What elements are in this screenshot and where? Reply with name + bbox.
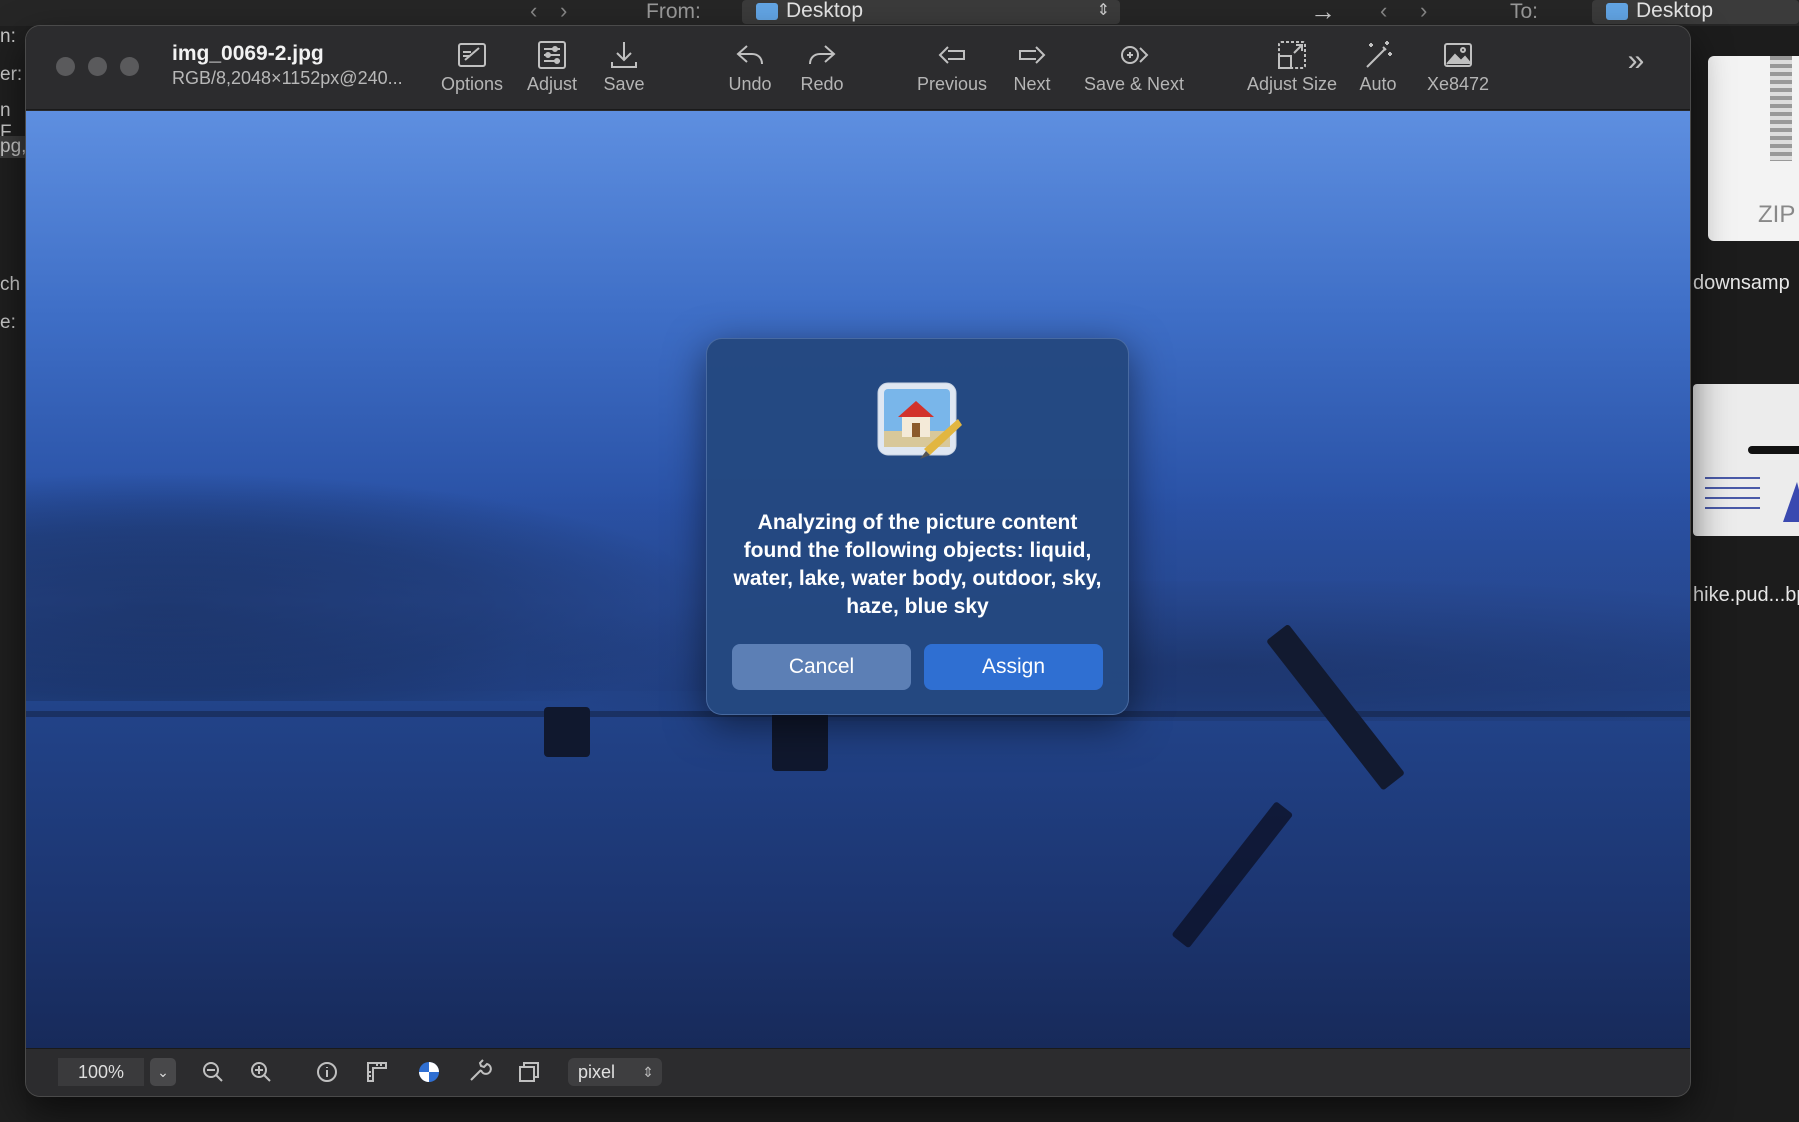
thumbnail-shape xyxy=(1783,482,1799,522)
left-fragment: n: xyxy=(0,26,16,47)
zoom-out-icon[interactable] xyxy=(200,1059,228,1087)
dialog-message: Analyzing of the picture content found t… xyxy=(733,511,1102,618)
to-label: To: xyxy=(1510,0,1539,23)
arrow-right-icon: → xyxy=(1310,0,1336,26)
photo-piling xyxy=(544,707,590,757)
auto-button[interactable]: Auto xyxy=(1352,34,1404,104)
image-info: RGB/8,2048×1152px@240... xyxy=(172,68,403,88)
zoom-in-icon[interactable] xyxy=(248,1059,276,1087)
sliders-icon xyxy=(520,34,584,74)
redo-label: Redo xyxy=(800,74,844,94)
folder-icon xyxy=(756,3,778,20)
background-toolbar: ‹ › From: Desktop ⇕ → ‹ › To: Desktop xyxy=(0,0,1799,26)
info-icon[interactable] xyxy=(314,1059,342,1087)
next-button[interactable]: Next xyxy=(1004,34,1060,104)
save-next-icon xyxy=(1080,34,1188,74)
folder-icon-2 xyxy=(1606,3,1628,20)
save-and-next-button[interactable]: Save & Next xyxy=(1080,34,1188,104)
forward-arrow-icon[interactable]: › xyxy=(560,0,567,26)
undo-icon xyxy=(718,34,782,74)
image-canvas[interactable]: Analyzing of the picture content found t… xyxy=(26,111,1690,1048)
redo-icon xyxy=(790,34,854,74)
next-label: Next xyxy=(1013,74,1051,94)
zip-badge: ZIP xyxy=(1758,201,1796,228)
from-folder-select[interactable]: Desktop ⇕ xyxy=(742,0,1120,24)
document-thumbnail[interactable] xyxy=(1693,384,1799,536)
back-arrow-icon-2[interactable]: ‹ xyxy=(1380,0,1387,26)
minimize-window-button[interactable] xyxy=(88,57,107,76)
adjust-size-label: Adjust Size xyxy=(1246,74,1338,94)
ruler-icon[interactable] xyxy=(364,1059,392,1087)
undo-button[interactable]: Undo xyxy=(718,34,782,104)
photo-post-reflection xyxy=(1171,801,1294,949)
from-label: From: xyxy=(646,0,701,23)
image-icon xyxy=(1418,34,1498,74)
arrow-right-icon xyxy=(1004,34,1060,74)
left-fragment: ch xyxy=(0,274,21,295)
file-label[interactable]: downsamp xyxy=(1693,272,1790,295)
zoom-field[interactable]: 100% xyxy=(58,1058,144,1086)
adjust-label: Adjust xyxy=(526,74,578,94)
save-next-label: Save & Next xyxy=(1083,74,1185,94)
options-icon xyxy=(436,34,508,74)
download-icon xyxy=(596,34,652,74)
forward-arrow-icon-2[interactable]: › xyxy=(1420,0,1427,26)
arrow-left-icon xyxy=(912,34,992,74)
xe8472-button[interactable]: Xe8472 xyxy=(1418,34,1498,104)
status-bar: 100% ⌄ pixel ⇕ xyxy=(26,1048,1690,1096)
redo-button[interactable]: Redo xyxy=(790,34,854,104)
app-photo-icon xyxy=(877,382,962,459)
window-toolbar: img_0069-2.jpg RGB/8,2048×1152px@240... … xyxy=(26,26,1690,110)
save-label: Save xyxy=(603,74,645,94)
background-file-browser: ZIP downsamp hike.pud...bp xyxy=(1690,26,1799,1122)
resize-icon xyxy=(1244,34,1340,74)
zoom-dropdown-chevron-icon[interactable]: ⌄ xyxy=(150,1058,176,1086)
close-window-button[interactable] xyxy=(56,57,75,76)
toolbar-overflow-chevron-icon[interactable]: » xyxy=(1616,44,1656,84)
analysis-dialog: Analyzing of the picture content found t… xyxy=(706,338,1129,715)
unit-select[interactable]: pixel ⇕ xyxy=(568,1058,662,1086)
assign-button[interactable]: Assign xyxy=(924,644,1103,690)
zip-file-thumbnail[interactable]: ZIP xyxy=(1708,56,1799,241)
zipper-icon xyxy=(1770,56,1792,161)
color-wheel-icon[interactable] xyxy=(416,1059,444,1087)
previous-label: Previous xyxy=(916,74,988,94)
thumbnail-lines xyxy=(1705,469,1760,509)
photo-piling xyxy=(772,711,828,771)
left-fragment: e: xyxy=(0,312,16,333)
adjust-size-button[interactable]: Adjust Size xyxy=(1244,34,1340,104)
xe8472-label: Xe8472 xyxy=(1426,74,1490,94)
left-fragment-selected: pg, xyxy=(0,136,27,158)
to-folder-select[interactable]: Desktop xyxy=(1592,0,1799,24)
options-button[interactable]: Options xyxy=(436,34,508,104)
magic-wand-icon xyxy=(1352,34,1404,74)
background-left-panel: n: er: n F pg, ch e: xyxy=(0,26,26,1122)
unit-label: pixel xyxy=(578,1062,616,1082)
updown-chevron-icon: ⇕ xyxy=(642,1064,654,1080)
back-arrow-icon[interactable]: ‹ xyxy=(530,0,537,26)
left-fragment: er: xyxy=(0,64,23,85)
copy-icon[interactable] xyxy=(516,1059,544,1087)
wrench-icon[interactable] xyxy=(466,1059,494,1087)
previous-button[interactable]: Previous xyxy=(912,34,992,104)
cancel-button[interactable]: Cancel xyxy=(732,644,911,690)
undo-label: Undo xyxy=(728,74,772,94)
save-button[interactable]: Save xyxy=(596,34,652,104)
image-editor-window: img_0069-2.jpg RGB/8,2048×1152px@240... … xyxy=(26,26,1690,1096)
window-title: img_0069-2.jpg xyxy=(172,42,324,65)
adjust-button[interactable]: Adjust xyxy=(520,34,584,104)
to-folder-label: Desktop xyxy=(1636,0,1714,22)
thumbnail-slot xyxy=(1748,446,1799,454)
zoom-window-button[interactable] xyxy=(120,57,139,76)
from-folder-label: Desktop xyxy=(786,0,864,22)
auto-label: Auto xyxy=(1359,74,1397,94)
options-label: Options xyxy=(440,74,504,94)
file-label[interactable]: hike.pud...bp xyxy=(1693,584,1799,607)
updown-chevron-icon: ⇕ xyxy=(1096,2,1110,19)
